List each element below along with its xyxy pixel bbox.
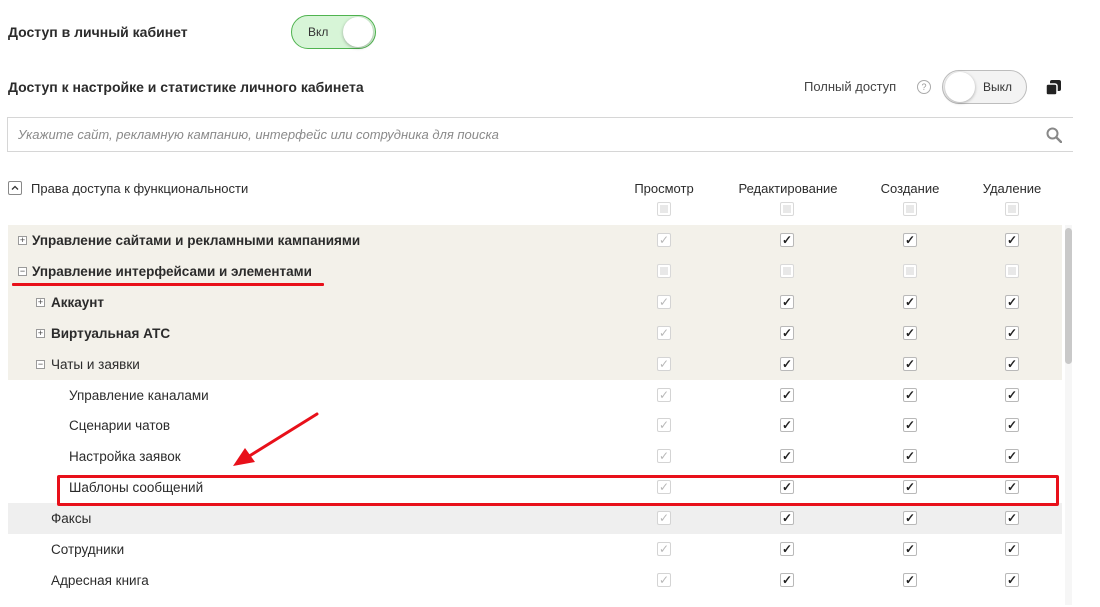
- row-label: Виртуальная АТС: [51, 326, 171, 341]
- create-checkbox[interactable]: ✓: [903, 295, 917, 309]
- create-checkbox[interactable]: ✓: [903, 511, 917, 525]
- create-checkbox[interactable]: [903, 264, 917, 278]
- edit-checkbox[interactable]: ✓: [780, 326, 794, 340]
- view-checkbox: ✓: [657, 357, 671, 371]
- edit-checkbox[interactable]: ✓: [780, 449, 794, 463]
- create-checkbox[interactable]: ✓: [903, 418, 917, 432]
- permissions-title: Права доступа к функциональности: [31, 181, 249, 196]
- copy-icon[interactable]: [1044, 78, 1064, 98]
- create-checkbox[interactable]: ✓: [903, 326, 917, 340]
- full-access-label: Полный доступ: [804, 79, 897, 94]
- edit-checkbox[interactable]: ✓: [780, 233, 794, 247]
- delete-checkbox[interactable]: ✓: [1005, 418, 1019, 432]
- access-toggle-knob: [343, 17, 373, 47]
- view-checkbox: ✓: [657, 449, 671, 463]
- annotation-highlight-box: [57, 475, 1059, 506]
- expand-icon[interactable]: +: [18, 236, 27, 245]
- annotation-arrow-icon: [233, 412, 319, 466]
- collapse-icon[interactable]: −: [36, 360, 45, 369]
- expand-icon[interactable]: +: [36, 298, 45, 307]
- question-circle-icon[interactable]: ?: [917, 80, 931, 94]
- delete-checkbox[interactable]: ✓: [1005, 542, 1019, 556]
- delete-checkbox[interactable]: ✓: [1005, 511, 1019, 525]
- delete-checkbox[interactable]: ✓: [1005, 449, 1019, 463]
- full-access-toggle[interactable]: Выкл: [942, 70, 1027, 104]
- table-row[interactable]: Факсы ✓ ✓ ✓ ✓: [8, 503, 1062, 534]
- row-label: Аккаунт: [51, 295, 105, 310]
- col-header-create: Создание: [880, 181, 940, 196]
- delete-checkbox[interactable]: [1005, 264, 1019, 278]
- full-access-toggle-label: Выкл: [983, 80, 1013, 94]
- create-checkbox[interactable]: ✓: [903, 542, 917, 556]
- access-label: Доступ в личный кабинет: [8, 24, 188, 40]
- view-checkbox: ✓: [657, 388, 671, 402]
- access-toggle[interactable]: Вкл: [291, 15, 376, 49]
- select-all-edit-checkbox[interactable]: [780, 202, 794, 216]
- table-row[interactable]: Настройка заявок ✓ ✓ ✓ ✓: [8, 441, 1062, 472]
- col-header-edit: Редактирование: [738, 181, 838, 196]
- view-checkbox[interactable]: [657, 264, 671, 278]
- delete-checkbox[interactable]: ✓: [1005, 573, 1019, 587]
- delete-checkbox[interactable]: ✓: [1005, 326, 1019, 340]
- delete-checkbox[interactable]: ✓: [1005, 388, 1019, 402]
- table-row[interactable]: Сотрудники ✓ ✓ ✓ ✓: [8, 534, 1062, 565]
- create-checkbox[interactable]: ✓: [903, 233, 917, 247]
- view-checkbox: ✓: [657, 511, 671, 525]
- access-toggle-label: Вкл: [308, 25, 329, 39]
- table-row[interactable]: + Виртуальная АТС ✓ ✓ ✓ ✓: [8, 318, 1062, 349]
- row-label: Чаты и заявки: [51, 357, 140, 372]
- select-all-view-checkbox[interactable]: [657, 202, 671, 216]
- view-checkbox: ✓: [657, 418, 671, 432]
- row-label: Управление каналами: [69, 388, 209, 403]
- view-checkbox: ✓: [657, 233, 671, 247]
- edit-checkbox[interactable]: ✓: [780, 295, 794, 309]
- view-checkbox: ✓: [657, 573, 671, 587]
- create-checkbox[interactable]: ✓: [903, 449, 917, 463]
- edit-checkbox[interactable]: ✓: [780, 573, 794, 587]
- edit-checkbox[interactable]: ✓: [780, 357, 794, 371]
- edit-checkbox[interactable]: ✓: [780, 418, 794, 432]
- expand-icon[interactable]: +: [36, 329, 45, 338]
- create-checkbox[interactable]: ✓: [903, 573, 917, 587]
- table-row[interactable]: Сценарии чатов ✓ ✓ ✓ ✓: [8, 410, 1062, 441]
- row-label: Факсы: [51, 511, 92, 526]
- create-checkbox[interactable]: ✓: [903, 357, 917, 371]
- collapse-icon[interactable]: −: [18, 267, 27, 276]
- settings-access-label: Доступ к настройке и статистике личного …: [8, 79, 364, 95]
- table-row[interactable]: Управление каналами ✓ ✓ ✓ ✓: [8, 380, 1062, 411]
- table-row[interactable]: + Управление сайтами и рекламными кампани…: [8, 225, 1062, 256]
- table-row[interactable]: − Чаты и заявки ✓ ✓ ✓ ✓: [8, 349, 1062, 380]
- annotation-underline: [12, 283, 324, 286]
- select-all-create-checkbox[interactable]: [903, 202, 917, 216]
- table-row[interactable]: + Аккаунт ✓ ✓ ✓ ✓: [8, 287, 1062, 318]
- create-checkbox[interactable]: ✓: [903, 388, 917, 402]
- search-icon[interactable]: [1046, 127, 1063, 148]
- row-label: Настройка заявок: [69, 449, 181, 464]
- row-label: Управление сайтами и рекламными кампания…: [32, 233, 361, 248]
- search-input[interactable]: [8, 118, 1028, 151]
- chevron-up-icon[interactable]: [8, 181, 22, 195]
- delete-checkbox[interactable]: ✓: [1005, 295, 1019, 309]
- view-checkbox: ✓: [657, 542, 671, 556]
- row-label: Сотрудники: [51, 542, 125, 557]
- edit-checkbox[interactable]: ✓: [780, 388, 794, 402]
- full-access-toggle-knob: [945, 72, 975, 102]
- search-box[interactable]: [7, 117, 1073, 152]
- delete-checkbox[interactable]: ✓: [1005, 357, 1019, 371]
- edit-checkbox[interactable]: ✓: [780, 511, 794, 525]
- scrollbar-thumb[interactable]: [1065, 228, 1072, 364]
- edit-checkbox[interactable]: ✓: [780, 542, 794, 556]
- row-label: Сценарии чатов: [69, 418, 171, 433]
- col-header-view: Просмотр: [634, 181, 694, 196]
- delete-checkbox[interactable]: ✓: [1005, 233, 1019, 247]
- col-header-delete: Удаление: [982, 181, 1042, 196]
- row-label: Управление интерфейсами и элементами: [32, 264, 312, 279]
- select-all-delete-checkbox[interactable]: [1005, 202, 1019, 216]
- edit-checkbox[interactable]: [780, 264, 794, 278]
- table-row[interactable]: Адресная книга ✓ ✓ ✓ ✓: [8, 565, 1062, 596]
- view-checkbox: ✓: [657, 295, 671, 309]
- row-label: Адресная книга: [51, 573, 149, 588]
- view-checkbox: ✓: [657, 326, 671, 340]
